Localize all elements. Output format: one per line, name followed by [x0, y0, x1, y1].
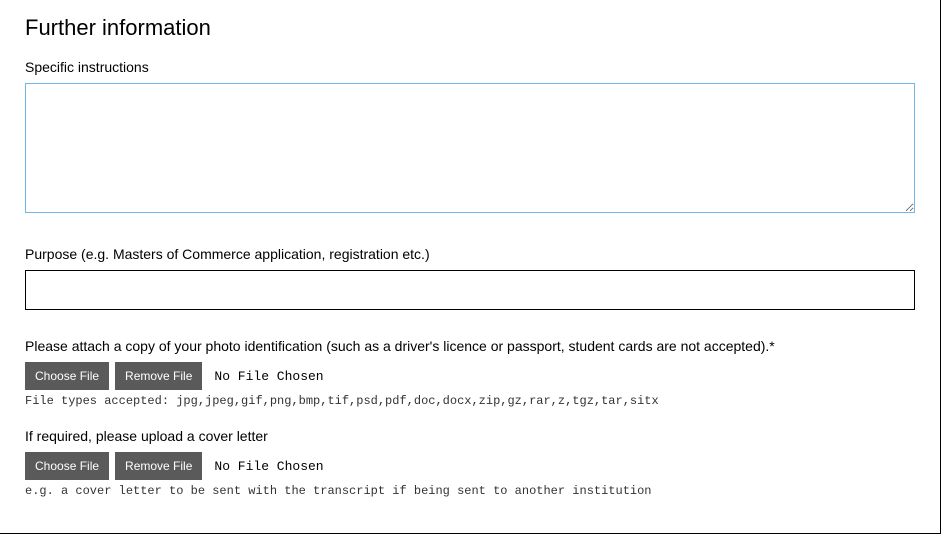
photo-id-label: Please attach a copy of your photo ident… — [25, 338, 915, 354]
cover-letter-hint: e.g. a cover letter to be sent with the … — [25, 484, 915, 498]
photo-id-controls: Choose File Remove File No File Chosen — [25, 362, 915, 390]
instructions-textarea[interactable] — [25, 83, 915, 213]
purpose-label: Purpose (e.g. Masters of Commerce applic… — [25, 246, 915, 262]
instructions-label: Specific instructions — [25, 59, 915, 75]
cover-letter-choose-button[interactable]: Choose File — [25, 452, 109, 480]
cover-letter-status: No File Chosen — [214, 459, 323, 474]
cover-letter-controls: Choose File Remove File No File Chosen — [25, 452, 915, 480]
photo-id-hint: File types accepted: jpg,jpeg,gif,png,bm… — [25, 394, 915, 408]
photo-id-status: No File Chosen — [214, 369, 323, 384]
section-title: Further information — [25, 15, 915, 41]
cover-letter-remove-button[interactable]: Remove File — [115, 452, 202, 480]
purpose-input[interactable] — [25, 270, 915, 310]
photo-id-choose-button[interactable]: Choose File — [25, 362, 109, 390]
photo-id-remove-button[interactable]: Remove File — [115, 362, 202, 390]
cover-letter-label: If required, please upload a cover lette… — [25, 428, 915, 444]
cover-letter-section: If required, please upload a cover lette… — [25, 428, 915, 498]
photo-id-section: Please attach a copy of your photo ident… — [25, 338, 915, 408]
